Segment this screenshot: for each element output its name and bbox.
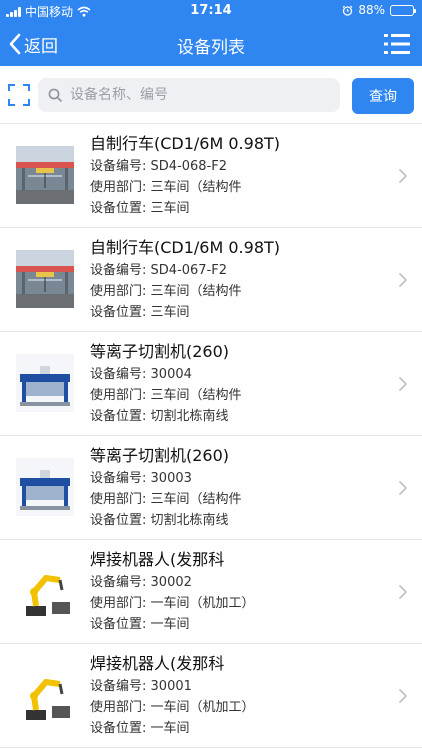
device-code: 设备编号: SD4-068-F2: [90, 156, 280, 177]
alarm-icon: [342, 5, 353, 16]
plasma-cutter-photo: [16, 354, 74, 412]
device-name: 自制行车(CD1/6M 0.98T): [90, 238, 281, 257]
device-code-value: SD4-067-F2: [150, 263, 228, 278]
device-location-label: 设备位置:: [90, 617, 147, 632]
device-code: 设备编号: 30001: [90, 676, 255, 697]
device-code-label: 设备编号:: [90, 679, 147, 694]
device-dept: 使用部门: 三车间（结构件: [90, 489, 242, 510]
device-location-label: 设备位置:: [90, 201, 147, 216]
chevron-right-icon: [399, 481, 407, 495]
device-location-value: 三车间: [150, 305, 190, 320]
device-dept-value: 三车间（结构件: [150, 284, 242, 299]
device-dept: 使用部门: 三车间（结构件: [90, 385, 242, 406]
chevron-right-icon: [399, 377, 407, 391]
device-code-label: 设备编号:: [90, 263, 147, 278]
device-dept-value: 三车间（结构件: [150, 180, 242, 195]
device-name: 焊接机器人(发那科: [90, 550, 225, 569]
device-code-label: 设备编号:: [90, 367, 147, 382]
device-code-value: 30003: [150, 471, 192, 486]
device-dept-label: 使用部门:: [90, 388, 147, 403]
device-dept-value: 一车间（机加工）: [150, 700, 255, 715]
device-code-value: 30002: [150, 575, 192, 590]
device-dept: 使用部门: 三车间（结构件: [90, 281, 280, 302]
device-list-item[interactable]: 焊接机器人(发那科 设备编号: 30001 使用部门: 一车间（机加工） 设备位…: [0, 644, 422, 748]
device-dept-value: 三车间（结构件: [150, 388, 242, 403]
search-input[interactable]: [70, 87, 330, 103]
app-header: 中国移动 17:14 88% 返回 设备列表: [0, 0, 422, 66]
device-code-value: 30001: [150, 679, 192, 694]
device-name: 等离子切割机(260): [90, 446, 230, 465]
device-list-item[interactable]: 自制行车(CD1/6M 0.98T) 设备编号: SD4-067-F2 使用部门…: [0, 228, 422, 332]
device-location-label: 设备位置:: [90, 409, 147, 424]
device-list-item[interactable]: 等离子切割机(260) 设备编号: 30003 使用部门: 三车间（结构件 设备…: [0, 436, 422, 540]
device-code-value: 30004: [150, 367, 192, 382]
device-location-value: 一车间: [150, 721, 190, 736]
chevron-right-icon: [399, 273, 407, 287]
device-name: 自制行车(CD1/6M 0.98T): [90, 134, 281, 153]
device-location-label: 设备位置:: [90, 721, 147, 736]
device-code-label: 设备编号:: [90, 471, 147, 486]
device-code: 设备编号: 30004: [90, 364, 242, 385]
query-button[interactable]: 查询: [352, 78, 414, 114]
crane-photo: [16, 250, 74, 308]
device-dept-label: 使用部门:: [90, 596, 147, 611]
plasma-cutter-photo: [16, 458, 74, 516]
device-location-value: 三车间: [150, 201, 190, 216]
nav-bar: 返回 设备列表: [0, 22, 422, 66]
device-name: 焊接机器人(发那科: [90, 654, 225, 673]
device-list-item[interactable]: 自制行车(CD1/6M 0.98T) 设备编号: SD4-068-F2 使用部门…: [0, 124, 422, 228]
search-row: 查询: [0, 66, 422, 124]
device-location: 设备位置: 一车间: [90, 614, 255, 635]
device-dept-label: 使用部门:: [90, 700, 147, 715]
device-dept-label: 使用部门:: [90, 284, 147, 299]
device-code-label: 设备编号:: [90, 575, 147, 590]
device-location-value: 切割北栋南线: [150, 409, 229, 424]
device-dept: 使用部门: 三车间（结构件: [90, 177, 280, 198]
status-right: 88%: [342, 3, 416, 17]
device-dept: 使用部门: 一车间（机加工）: [90, 697, 255, 718]
welding-robot-photo: [16, 666, 74, 724]
chevron-right-icon: [399, 585, 407, 599]
scan-icon[interactable]: [8, 84, 30, 106]
status-bar: 中国移动 17:14 88%: [0, 0, 422, 22]
device-dept-value: 一车间（机加工）: [150, 596, 255, 611]
chevron-right-icon: [399, 689, 407, 703]
device-code-value: SD4-068-F2: [150, 159, 228, 174]
device-location-label: 设备位置:: [90, 305, 147, 320]
crane-photo: [16, 146, 74, 204]
menu-icon[interactable]: [384, 33, 410, 55]
battery-icon: [390, 4, 416, 16]
device-dept: 使用部门: 一车间（机加工）: [90, 593, 255, 614]
welding-robot-photo: [16, 562, 74, 620]
device-location: 设备位置: 切割北栋南线: [90, 510, 242, 531]
device-code-label: 设备编号:: [90, 159, 147, 174]
device-dept-value: 三车间（结构件: [150, 492, 242, 507]
device-code: 设备编号: 30003: [90, 468, 242, 489]
device-code: 设备编号: 30002: [90, 572, 255, 593]
search-box: [38, 78, 340, 112]
device-location-value: 切割北栋南线: [150, 513, 229, 528]
page-title: 设备列表: [177, 38, 245, 58]
device-list: 自制行车(CD1/6M 0.98T) 设备编号: SD4-068-F2 使用部门…: [0, 124, 422, 748]
device-location: 设备位置: 三车间: [90, 302, 280, 323]
device-dept-label: 使用部门:: [90, 180, 147, 195]
device-list-item[interactable]: 等离子切割机(260) 设备编号: 30004 使用部门: 三车间（结构件 设备…: [0, 332, 422, 436]
device-list-item[interactable]: 焊接机器人(发那科 设备编号: 30002 使用部门: 一车间（机加工） 设备位…: [0, 540, 422, 644]
device-location: 设备位置: 切割北栋南线: [90, 406, 242, 427]
search-icon: [48, 88, 62, 102]
chevron-right-icon: [399, 169, 407, 183]
device-location: 设备位置: 三车间: [90, 198, 280, 219]
device-location-value: 一车间: [150, 617, 190, 632]
device-code: 设备编号: SD4-067-F2: [90, 260, 280, 281]
device-dept-label: 使用部门:: [90, 492, 147, 507]
device-name: 等离子切割机(260): [90, 342, 230, 361]
battery-percent: 88%: [358, 3, 385, 17]
device-location-label: 设备位置:: [90, 513, 147, 528]
device-location: 设备位置: 一车间: [90, 718, 255, 739]
